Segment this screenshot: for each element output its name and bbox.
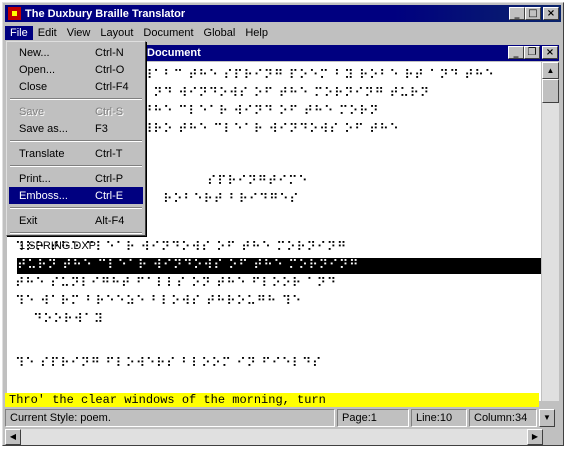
file-menu-print[interactable]: Print... Ctrl-P bbox=[9, 170, 143, 187]
file-menu-recent-1[interactable]: 1 SPRING.DXP bbox=[9, 237, 143, 254]
menu-shortcut: Ctrl-F4 bbox=[95, 80, 129, 93]
menu-shortcut: Alt-F4 bbox=[95, 214, 125, 227]
braille-line: ⠞⠓⠑ ⠎⠥⠝⠇⠊⠛⠓⠞ ⠋⠁⠇⠇⠎ ⠕⠝ ⠞⠓⠑ ⠋⠇⠕⠕⠗ ⠁⠝⠙ bbox=[15, 276, 337, 291]
statusbar: Current Style: poem. Page:1 Line:10 Colu… bbox=[5, 409, 561, 427]
menu-separator bbox=[10, 98, 142, 100]
menubar: File Edit View Layout Document Global He… bbox=[5, 24, 561, 41]
window-titlebar[interactable]: The Duxbury Braille Translator _ □ × bbox=[5, 5, 561, 22]
status-page: Page:1 bbox=[337, 409, 409, 427]
menu-document[interactable]: Document bbox=[138, 26, 198, 40]
menu-label: New... bbox=[19, 46, 50, 59]
menu-view[interactable]: View bbox=[62, 26, 96, 40]
menu-label: Close bbox=[19, 80, 48, 93]
braille-line: ⠞⠓⠑ ⠉⠇⠑⠁⠗ ⠺⠊⠝⠙ ⠕⠋ ⠞⠓⠑ ⠍⠕⠗⠝ bbox=[143, 104, 380, 119]
doc-close-button[interactable]: × bbox=[542, 46, 558, 59]
menu-label: Emboss... bbox=[19, 189, 68, 202]
file-menu-save: Save Ctrl-S bbox=[9, 103, 143, 120]
menu-shortcut: F3 bbox=[95, 122, 108, 135]
document-controls: _ ❐ × bbox=[508, 46, 558, 59]
file-menu-open[interactable]: Open... Ctrl-O bbox=[9, 61, 143, 78]
menu-label: Save as... bbox=[19, 122, 68, 135]
file-menu-close[interactable]: Close Ctrl-F4 bbox=[9, 78, 143, 95]
menu-layout[interactable]: Layout bbox=[95, 26, 138, 40]
window-controls: _ □ × bbox=[509, 7, 559, 20]
menu-shortcut: Ctrl-N bbox=[95, 46, 124, 59]
duxbury-app-icon bbox=[8, 7, 21, 20]
scroll-up-arrow-icon[interactable]: ▲ bbox=[542, 62, 559, 79]
scroll-left-arrow-icon[interactable]: ◀ bbox=[5, 429, 21, 445]
menu-global[interactable]: Global bbox=[199, 26, 241, 40]
menu-shortcut: Ctrl-T bbox=[95, 147, 123, 160]
file-menu-new[interactable]: New... Ctrl-N bbox=[9, 44, 143, 61]
braille-line: ⠎⠏⠗⠊⠝⠛⠞⠊⠍⠑ bbox=[207, 174, 309, 189]
status-column: Column:34 bbox=[469, 409, 537, 427]
menu-label: Print... bbox=[19, 172, 51, 185]
menu-separator bbox=[10, 207, 142, 209]
doc-restore-button[interactable]: ❐ bbox=[524, 46, 540, 59]
menu-help[interactable]: Help bbox=[240, 26, 273, 40]
braille-line: ⠼⠁⠃⠉ ⠞⠓⠑ ⠎⠏⠗⠊⠝⠛ ⠏⠕⠑⠍ ⠃⠽ ⠗⠕⠃⠑ ⠗⠞ ⠁⠝⠙ ⠞⠓⠑ bbox=[143, 68, 495, 83]
menu-label: 1 SPRING.DXP bbox=[19, 239, 97, 252]
file-menu-translate[interactable]: Translate Ctrl-T bbox=[9, 145, 143, 162]
maximize-button[interactable]: □ bbox=[525, 7, 541, 20]
file-menu-emboss[interactable]: Emboss... Ctrl-E bbox=[9, 187, 143, 204]
braille-line: ⠹⠗⠕ ⠞⠓⠑ ⠉⠇⠑⠁⠗ ⠺⠊⠝⠙⠕⠺⠎ ⠕⠋ ⠞⠓⠑ bbox=[143, 122, 400, 137]
menu-edit[interactable]: Edit bbox=[33, 26, 62, 40]
horizontal-scrollbar[interactable]: ◀ ▶ bbox=[5, 429, 543, 445]
duxbury-window: The Duxbury Braille Translator _ □ × Fil… bbox=[2, 2, 564, 446]
scroll-right-arrow-icon[interactable]: ▶ bbox=[527, 429, 543, 445]
file-menu-exit[interactable]: Exit Alt-F4 bbox=[9, 212, 143, 229]
braille-line: ⠁⠝⠙ ⠺⠊⠝⠙⠕⠺⠎ ⠕⠋ ⠞⠓⠑ ⠍⠕⠗⠝⠊⠝⠛ ⠞⠥⠗⠝ bbox=[143, 86, 430, 101]
menu-label: Translate bbox=[19, 147, 65, 160]
status-current-style: Current Style: poem. bbox=[5, 409, 335, 427]
vertical-scroll-thumb[interactable] bbox=[542, 79, 559, 103]
file-menu-save-as[interactable]: Save as... F3 bbox=[9, 120, 143, 137]
menu-label: Save bbox=[19, 105, 45, 118]
menu-label: Exit bbox=[19, 214, 38, 227]
menu-separator bbox=[10, 140, 142, 142]
status-line: Line:10 bbox=[411, 409, 467, 427]
document-title: Document bbox=[147, 47, 201, 59]
menu-separator bbox=[10, 165, 142, 167]
braille-line-current: ⠞⠥⠗⠝ ⠞⠓⠑ ⠉⠇⠑⠁⠗ ⠺⠊⠝⠙⠕⠺⠎ ⠕⠋ ⠞⠓⠑ ⠍⠕⠗⠝⠊⠝⠛ bbox=[17, 258, 541, 274]
file-menu-dropdown: New... Ctrl-N Open... Ctrl-O Close Ctrl-F4 … bbox=[6, 41, 146, 252]
menu-shortcut: Ctrl-E bbox=[95, 189, 124, 202]
braille-line: ⠹⠑ ⠎⠏⠗⠊⠝⠛ ⠋⠇⠕⠺⠑⠗⠎ ⠃⠇⠕⠕⠍ ⠊⠝ ⠋⠊⠑⠇⠙⠎ bbox=[15, 356, 323, 371]
close-button[interactable]: × bbox=[543, 7, 559, 20]
print-translation-line: Thro' the clear windows of the morning, … bbox=[5, 393, 539, 407]
doc-minimize-button[interactable]: _ bbox=[508, 46, 524, 59]
braille-line: ⠹⠑ ⠺⠁⠗⠍ ⠃⠗⠑⠑⠵⠑ ⠃⠇⠕⠺⠎ ⠞⠓⠗⠕⠥⠛⠓ ⠹⠑ bbox=[15, 294, 302, 309]
braille-line: ⠙⠕⠕⠗⠺⠁⠽ bbox=[33, 312, 104, 327]
vertical-scrollbar[interactable]: ▲ bbox=[542, 62, 559, 401]
braille-line: ⠗⠕⠃⠑⠗⠞ ⠃⠗⠊⠙⠛⠑⠎ bbox=[163, 192, 300, 207]
window-title: The Duxbury Braille Translator bbox=[25, 7, 186, 20]
minimize-button[interactable]: _ bbox=[509, 7, 525, 20]
menu-shortcut: Ctrl-P bbox=[95, 172, 124, 185]
scroll-down-arrow-icon[interactable]: ▼ bbox=[539, 409, 555, 427]
menu-label: Open... bbox=[19, 63, 56, 76]
menu-shortcut: Ctrl-O bbox=[95, 63, 125, 76]
menu-file[interactable]: File bbox=[5, 25, 33, 40]
menu-shortcut: Ctrl-S bbox=[95, 105, 124, 118]
menu-separator bbox=[10, 232, 142, 234]
